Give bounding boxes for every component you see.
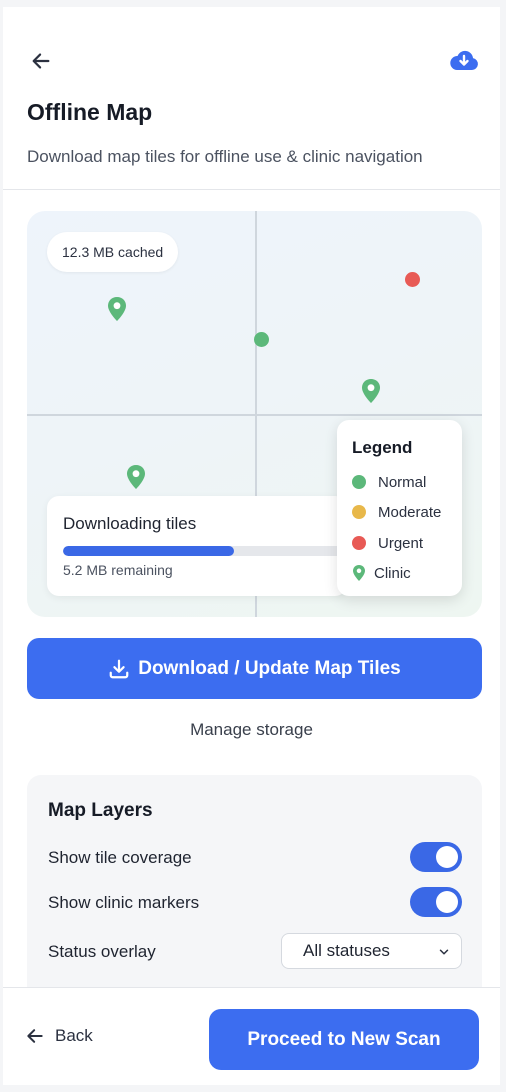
download-progress-bar <box>63 546 353 556</box>
legend-item-label: Moderate <box>378 503 442 521</box>
legend-item-urgent: Urgent <box>352 533 423 553</box>
download-tray-icon <box>108 658 130 680</box>
legend-item-label: Urgent <box>378 534 424 552</box>
download-progress-title: Downloading tiles <box>63 514 197 533</box>
header-divider <box>3 189 500 190</box>
cloud-download-icon[interactable] <box>447 45 481 75</box>
map-layers-panel: Map Layers Show tile coverage Show clini… <box>27 775 482 1015</box>
normal-dot-icon <box>352 475 366 489</box>
legend-item-moderate: Moderate <box>352 502 441 522</box>
legend-title: Legend <box>352 438 413 457</box>
back-button[interactable]: Back <box>25 1026 93 1046</box>
legend-item-label: Normal <box>378 473 427 491</box>
proceed-to-new-scan-button[interactable]: Proceed to New Scan <box>209 1009 479 1070</box>
clinic-pin-icon <box>352 565 366 581</box>
cache-size-badge: 12.3 MB cached <box>47 232 179 272</box>
toggle-knob <box>436 846 458 868</box>
status-overlay-select[interactable]: All statuses <box>281 933 462 969</box>
tile-coverage-toggle[interactable] <box>410 842 462 872</box>
page-title: Offline Map <box>27 99 153 125</box>
legend-item-label: Clinic <box>374 564 411 582</box>
back-button-label: Back <box>55 1026 93 1045</box>
legend-item-clinic: Clinic <box>352 563 411 583</box>
manage-storage-link[interactable]: Manage storage <box>3 720 500 740</box>
proceed-button-label: Proceed to New Scan <box>247 1028 441 1050</box>
status-marker-normal[interactable] <box>254 332 269 347</box>
map-legend: Legend Normal Moderate Urgent Clinic <box>337 420 462 596</box>
arrow-left-icon[interactable] <box>27 47 55 75</box>
clinic-marker[interactable] <box>107 297 127 321</box>
map-grid-line-horizontal <box>27 414 482 416</box>
page-subtitle: Download map tiles for offline use & cli… <box>27 147 423 166</box>
chevron-down-icon <box>437 945 451 959</box>
tile-coverage-label: Show tile coverage <box>48 848 192 867</box>
offline-map-view[interactable]: 12.3 MB cached Downloading tiles 5.2 MB … <box>27 211 482 617</box>
download-progress-fill <box>63 546 235 556</box>
download-update-tiles-button[interactable]: Download / Update Map Tiles <box>27 638 482 699</box>
arrow-left-icon <box>25 1026 45 1046</box>
download-update-tiles-label: Download / Update Map Tiles <box>138 657 401 679</box>
map-layers-title: Map Layers <box>48 800 153 821</box>
cache-size-label: 12.3 MB cached <box>62 244 164 260</box>
clinic-markers-label: Show clinic markers <box>48 893 200 912</box>
footer-bar: Back Proceed to New Scan <box>3 987 500 1085</box>
legend-item-normal: Normal <box>352 472 426 492</box>
clinic-marker[interactable] <box>361 379 381 403</box>
status-marker-urgent[interactable] <box>405 272 420 287</box>
download-progress-card: Downloading tiles 5.2 MB remaining <box>47 496 353 596</box>
download-remaining-label: 5.2 MB remaining <box>63 562 173 578</box>
urgent-dot-icon <box>352 536 366 550</box>
status-overlay-label: Status overlay <box>48 942 156 961</box>
clinic-markers-toggle[interactable] <box>410 887 462 917</box>
toggle-knob <box>436 891 458 913</box>
moderate-dot-icon <box>352 505 366 519</box>
offline-map-screen: Offline Map Download map tiles for offli… <box>3 7 500 1085</box>
clinic-marker[interactable] <box>126 465 146 489</box>
status-overlay-value: All statuses <box>303 941 390 960</box>
